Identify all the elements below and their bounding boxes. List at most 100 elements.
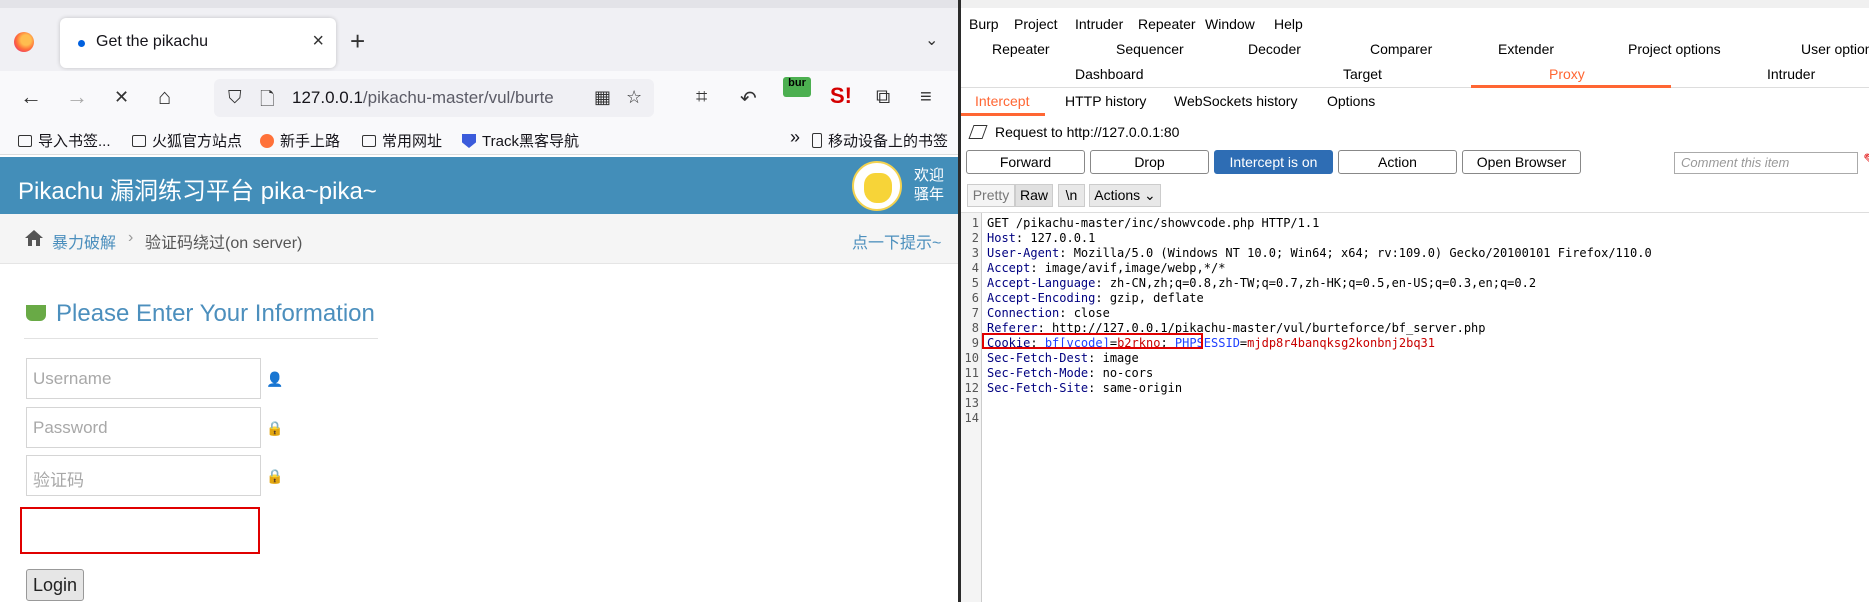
captcha-field[interactable]: 验证码	[26, 455, 261, 496]
menu-project[interactable]: Project	[1014, 16, 1058, 32]
actions-dropdown[interactable]: Actions ⌄	[1089, 184, 1161, 207]
url-host: 127.0.0.1	[292, 88, 363, 107]
tab-intruder[interactable]: Intruder	[1767, 66, 1815, 82]
coffee-icon	[26, 305, 46, 321]
drop-button[interactable]: Drop	[1090, 150, 1209, 174]
subtab-intercept[interactable]: Intercept	[975, 93, 1029, 109]
welcome-text[interactable]: 欢迎 骚年	[914, 166, 944, 204]
crop-icon[interactable]: ⌗	[696, 86, 707, 109]
login-button[interactable]: Login	[26, 569, 84, 601]
burp-title-bar	[961, 0, 1869, 8]
bookmark-label: 火狐官方站点	[152, 133, 243, 150]
browser-tab[interactable]: Get the pikachu ×	[60, 18, 336, 68]
bookmarks-overflow-icon[interactable]: »	[790, 127, 800, 148]
line-number: 4	[971, 261, 979, 275]
subtab-http-history[interactable]: HTTP history	[1065, 93, 1146, 109]
menu-burp[interactable]: Burp	[969, 16, 999, 32]
menu-icon[interactable]: ≡	[920, 86, 932, 109]
breadcrumb-brute-force[interactable]: 暴力破解	[52, 229, 116, 253]
header-line: Host: 127.0.0.1	[987, 231, 1095, 245]
firefox-icon	[260, 134, 274, 148]
firefox-logo-icon[interactable]	[14, 32, 34, 52]
bookmark-firefox-site[interactable]: 火狐官方站点	[132, 130, 242, 151]
undo-icon[interactable]: ↶	[740, 86, 757, 111]
bookmark-star-icon[interactable]: ☆	[626, 87, 642, 108]
menu-help[interactable]: Help	[1274, 16, 1303, 32]
menu-window[interactable]: Window	[1205, 16, 1255, 32]
tab-dashboard[interactable]: Dashboard	[1075, 66, 1144, 82]
comment-input[interactable]: Comment this item	[1674, 152, 1858, 174]
burp-extension-icon[interactable]: bur	[783, 77, 811, 97]
stop-button[interactable]: ✕	[114, 85, 129, 109]
password-field[interactable]: Password	[26, 407, 261, 448]
action-button[interactable]: Action	[1338, 150, 1457, 174]
header-value: : gzip, deflate	[1095, 291, 1204, 305]
view-pretty[interactable]: Pretty	[967, 184, 1015, 207]
pencil-icon	[968, 125, 988, 139]
captcha-image[interactable]	[20, 507, 260, 554]
back-button[interactable]: ←	[20, 85, 42, 109]
menu-intruder[interactable]: Intruder	[1075, 16, 1123, 32]
header-name: User-Agent	[987, 246, 1060, 260]
bookmark-label: 移动设备上的书签	[828, 133, 949, 150]
line-number: 11	[964, 366, 979, 380]
tab-comparer[interactable]: Comparer	[1370, 41, 1432, 57]
new-tab-button[interactable]: +	[350, 28, 365, 54]
tab-decoder[interactable]: Decoder	[1248, 41, 1301, 57]
shield-icon[interactable]: ⛉	[228, 87, 242, 108]
s-extension-icon[interactable]: S!	[830, 83, 852, 109]
site-brand[interactable]: Pikachu 漏洞练习平台 pika~pika~	[18, 171, 377, 206]
forward-button[interactable]: →	[66, 85, 88, 109]
header-line: Connection: close	[987, 306, 1110, 320]
mobile-bookmarks[interactable]: 移动设备上的书签	[812, 130, 948, 151]
tab-repeater[interactable]: Repeater	[992, 41, 1050, 57]
header-value: : image	[1088, 351, 1139, 365]
tab-proxy[interactable]: Proxy	[1549, 66, 1585, 82]
tab-extender[interactable]: Extender	[1498, 41, 1554, 57]
header-line: Accept: image/avif,image/webp,*/*	[987, 261, 1225, 275]
line-number: 8	[971, 321, 979, 335]
page-info-icon[interactable]: 🗋	[260, 87, 274, 117]
subtab-options[interactable]: Options	[1327, 93, 1375, 109]
tab-close-icon[interactable]: ×	[312, 30, 324, 53]
line-number: 2	[971, 231, 979, 245]
breadcrumb-separator-icon: ›	[128, 229, 134, 246]
menu-repeater[interactable]: Repeater	[1138, 16, 1196, 32]
bookmark-import[interactable]: 导入书签...	[18, 130, 111, 151]
avatar[interactable]	[852, 161, 902, 211]
track-icon	[462, 134, 476, 148]
home-icon[interactable]	[24, 229, 44, 247]
header-name: Accept	[987, 261, 1031, 275]
tab-project-options[interactable]: Project options	[1628, 41, 1721, 57]
tab-target[interactable]: Target	[1343, 66, 1382, 82]
list-tabs-icon[interactable]: ⌄	[925, 30, 938, 50]
subtab-websockets-history[interactable]: WebSockets history	[1174, 93, 1297, 109]
qr-code-icon[interactable]: ▦	[594, 87, 611, 108]
tab-user-options[interactable]: User option	[1801, 41, 1869, 57]
view-raw[interactable]: Raw	[1015, 184, 1053, 207]
request-editor[interactable]: 1 2 3 4 5 6 7 8 9 10 11 12 13 14 GET /pikachu-master/…	[961, 212, 1869, 602]
header-name: Sec-Fetch-Site	[987, 381, 1089, 395]
bookmark-getting-started[interactable]: 新手上路	[260, 130, 340, 151]
form-title: Please Enter Your Information	[26, 300, 375, 328]
extensions-icon[interactable]: ⧉	[876, 86, 890, 109]
header-name: Connection	[987, 306, 1060, 320]
header-line: Sec-Fetch-Mode: no-cors	[987, 366, 1153, 380]
bookmark-common-sites[interactable]: 常用网址	[362, 130, 442, 151]
highlight-icon[interactable]: ✎	[1863, 150, 1869, 170]
forward-button[interactable]: Forward	[966, 150, 1085, 174]
open-browser-button[interactable]: Open Browser	[1462, 150, 1581, 174]
tab-sequencer[interactable]: Sequencer	[1116, 41, 1184, 57]
home-button[interactable]: ⌂	[158, 85, 171, 109]
line-number: 12	[964, 381, 979, 395]
bookmark-label: 常用网址	[382, 133, 443, 150]
intercept-toggle-button[interactable]: Intercept is on	[1214, 150, 1333, 174]
cookie-highlight-box	[982, 333, 1203, 349]
hint-link[interactable]: 点一下提示~	[852, 229, 941, 253]
url-bar[interactable]: ⛉ 🗋 127.0.0.1/pikachu-master/vul/burte ▦…	[214, 79, 654, 117]
view-newline-toggle[interactable]: \n	[1058, 184, 1085, 207]
bookmark-track[interactable]: Track黑客导航	[462, 130, 579, 151]
header-line: Sec-Fetch-Dest: image	[987, 351, 1139, 365]
username-field[interactable]: Username	[26, 358, 261, 399]
tab-bar: Get the pikachu × + ⌄	[0, 0, 960, 71]
